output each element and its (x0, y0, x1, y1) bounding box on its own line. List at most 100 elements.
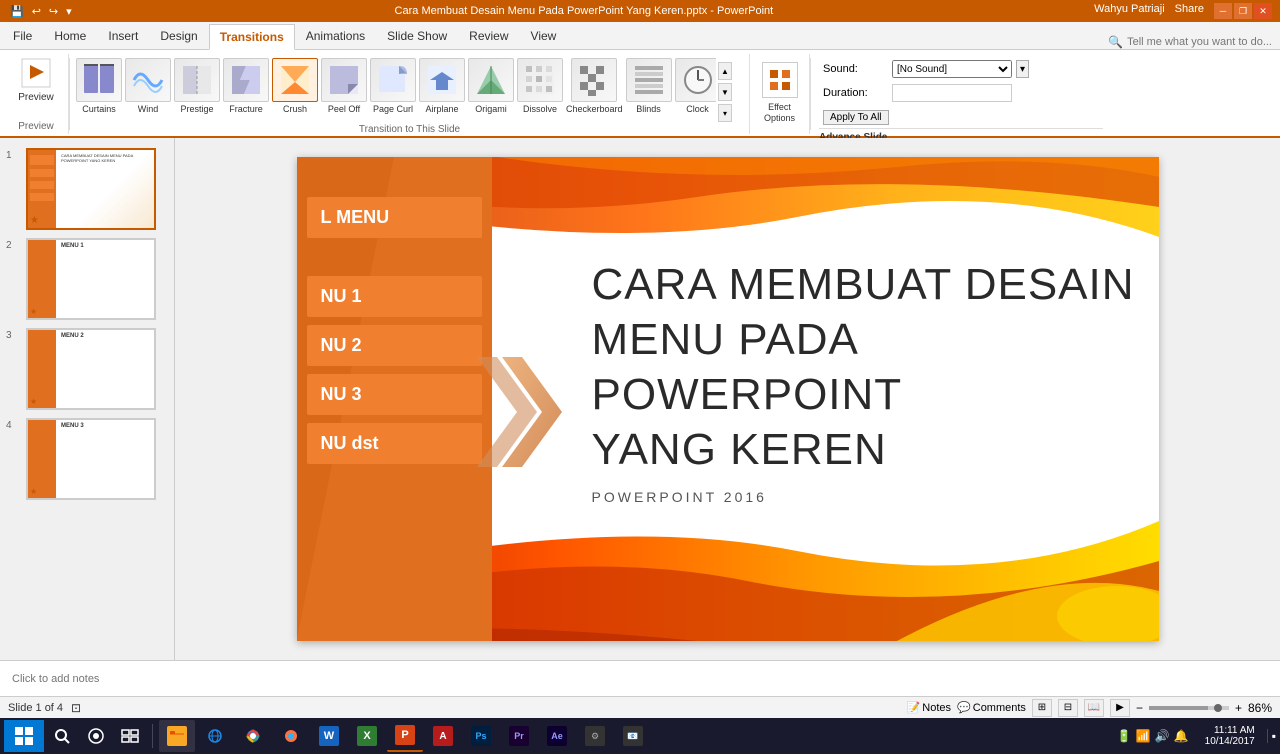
transition-clock[interactable]: Clock (675, 58, 716, 114)
taskbar-app-misc2[interactable]: 📧 (615, 720, 651, 752)
transition-origami[interactable]: Origami (468, 58, 514, 114)
notes-button[interactable]: 📝 Notes (907, 701, 951, 714)
preview-button[interactable]: Preview (10, 58, 62, 106)
slide-img-3[interactable]: MENU 2 ★ (26, 328, 156, 410)
menu-btn-main[interactable]: L MENU (307, 197, 482, 238)
transition-wind[interactable]: Wind (125, 58, 171, 114)
taskbar-app-ae[interactable]: Ae (539, 720, 575, 752)
effect-options-button[interactable] (762, 62, 798, 98)
minimize-button[interactable]: ─ (1214, 3, 1232, 19)
slide-thumb-2[interactable]: 2 MENU 1 ★ (4, 236, 170, 322)
tab-home[interactable]: Home (43, 23, 97, 49)
photoshop-icon: Ps (471, 726, 491, 746)
zoom-handle[interactable] (1214, 704, 1222, 712)
slide-canvas[interactable]: L MENU NU 1 NU 2 NU 3 NU dst (297, 157, 1159, 641)
zoom-out-btn[interactable]: − (1136, 701, 1143, 715)
tab-review[interactable]: Review (458, 23, 519, 49)
duration-input[interactable] (892, 84, 1012, 102)
window-controls[interactable]: Wahyu Patriaji Share ─ ❐ ✕ (1094, 3, 1272, 19)
slide-img-4[interactable]: MENU 3 ★ (26, 418, 156, 500)
slide-thumb-4[interactable]: 4 MENU 3 ★ (4, 416, 170, 502)
taskbar-app-firefox[interactable] (273, 720, 309, 752)
zoom-slider[interactable] (1149, 706, 1229, 710)
save-icon[interactable]: 💾 (8, 5, 26, 18)
slide-img-2[interactable]: MENU 1 ★ (26, 238, 156, 320)
taskbar-app-access[interactable]: A (425, 720, 461, 752)
menu-btn-2[interactable]: NU 2 (307, 325, 482, 366)
taskbar-app-powerpoint[interactable]: P (387, 720, 423, 752)
search-taskbar[interactable] (46, 720, 78, 752)
transition-dissolve[interactable]: Dissolve (517, 58, 563, 114)
reading-view-btn[interactable]: 📖 (1084, 699, 1104, 717)
wifi-icon[interactable]: 📶 (1136, 729, 1151, 743)
slideshow-btn[interactable]: ▶ (1110, 699, 1130, 717)
sound-select[interactable]: [No Sound] (892, 60, 1012, 78)
transition-page-curl[interactable]: Page Curl (370, 58, 416, 114)
transition-crush[interactable]: Crush (272, 58, 318, 114)
zoom-level[interactable]: 86% (1248, 701, 1272, 715)
slide-fit-icon[interactable]: ⊡ (71, 701, 81, 715)
tell-me-bar[interactable]: 🔍 Tell me what you want to do... (1108, 35, 1280, 49)
taskbar-app-explorer[interactable] (159, 720, 195, 752)
tab-transitions[interactable]: Transitions (209, 24, 295, 50)
taskbar-app-misc1[interactable]: ⚙ (577, 720, 613, 752)
scroll-up-arrow[interactable]: ▲ (718, 62, 732, 80)
tab-design[interactable]: Design (149, 23, 208, 49)
scroll-down-arrow[interactable]: ▼ (718, 83, 732, 101)
taskview-taskbar[interactable] (114, 720, 146, 752)
comments-button[interactable]: 💬 Comments (957, 701, 1026, 714)
restore-button[interactable]: ❐ (1234, 3, 1252, 19)
taskbar-app-chrome[interactable] (235, 720, 271, 752)
transition-fracture[interactable]: Fracture (223, 58, 269, 114)
close-button[interactable]: ✕ (1254, 3, 1272, 19)
undo-icon[interactable]: ↩ (30, 5, 43, 18)
apply-all-button[interactable]: Apply To All (823, 110, 889, 125)
slide-sorter-btn[interactable]: ⊟ (1058, 699, 1078, 717)
start-button[interactable] (4, 720, 44, 752)
dissolve-label: Dissolve (523, 104, 557, 114)
transition-airplane[interactable]: Airplane (419, 58, 465, 114)
ribbon-group-preview: Preview Preview (4, 54, 69, 134)
sound-dropdown-btn[interactable]: ▾ (1016, 60, 1029, 78)
tell-me-text[interactable]: Tell me what you want to do... (1127, 36, 1272, 48)
redo-icon[interactable]: ↪ (47, 5, 60, 18)
volume-icon[interactable]: 🔊 (1155, 729, 1170, 743)
normal-view-btn[interactable]: ⊞ (1032, 699, 1052, 717)
customize-icon[interactable]: ▾ (64, 5, 74, 18)
transition-checkerboard[interactable]: Checkerboard (566, 58, 623, 114)
scroll-more-arrow[interactable]: ▾ (718, 104, 732, 122)
taskbar-app-premiere[interactable]: Pr (501, 720, 537, 752)
transition-peel-off[interactable]: Peel Off (321, 58, 367, 114)
notes-input[interactable] (12, 673, 1268, 685)
slide-thumb-1[interactable]: 1 CARA MEMBUAT DESAIN MENU PADA POWERPOI… (4, 146, 170, 232)
menu-btn-3[interactable]: NU 3 (307, 374, 482, 415)
taskbar-time[interactable]: 11:11 AM 10/14/2017 (1197, 725, 1263, 747)
transition-scroll-controls[interactable]: ▲ ▼ ▾ (718, 62, 732, 122)
taskbar-app-photoshop[interactable]: Ps (463, 720, 499, 752)
taskbar-app-excel[interactable]: X (349, 720, 385, 752)
powerpoint-icon: P (395, 725, 415, 745)
share-button[interactable]: Share (1175, 3, 1204, 19)
tab-file[interactable]: File (2, 23, 43, 49)
menu-btn-dst[interactable]: NU dst (307, 423, 482, 464)
quick-access-toolbar[interactable]: 💾 ↩ ↪ ▾ (8, 5, 74, 18)
transition-blinds[interactable]: Blinds (626, 58, 672, 114)
taskbar-app-word[interactable]: W (311, 720, 347, 752)
tab-animations[interactable]: Animations (295, 23, 376, 49)
show-desktop-btn[interactable]: ▪ (1267, 729, 1276, 743)
prestige-label: Prestige (180, 104, 213, 114)
slide-thumb-3[interactable]: 3 MENU 2 ★ (4, 326, 170, 412)
tab-slideshow[interactable]: Slide Show (376, 23, 458, 49)
notification-icon[interactable]: 🔔 (1174, 729, 1189, 743)
wind-label: Wind (138, 104, 159, 114)
tab-insert[interactable]: Insert (97, 23, 149, 49)
transition-curtains[interactable]: Curtains (76, 58, 122, 114)
cortana-taskbar[interactable] (80, 720, 112, 752)
slide-img-1[interactable]: CARA MEMBUAT DESAIN MENU PADA POWERPOINT… (26, 148, 156, 230)
menu-btn-1[interactable]: NU 1 (307, 276, 482, 317)
taskbar-app-ie[interactable] (197, 720, 233, 752)
battery-icon[interactable]: 🔋 (1117, 729, 1132, 743)
tab-view[interactable]: View (520, 23, 568, 49)
zoom-in-btn[interactable]: + (1235, 701, 1242, 715)
transition-prestige[interactable]: Prestige (174, 58, 220, 114)
